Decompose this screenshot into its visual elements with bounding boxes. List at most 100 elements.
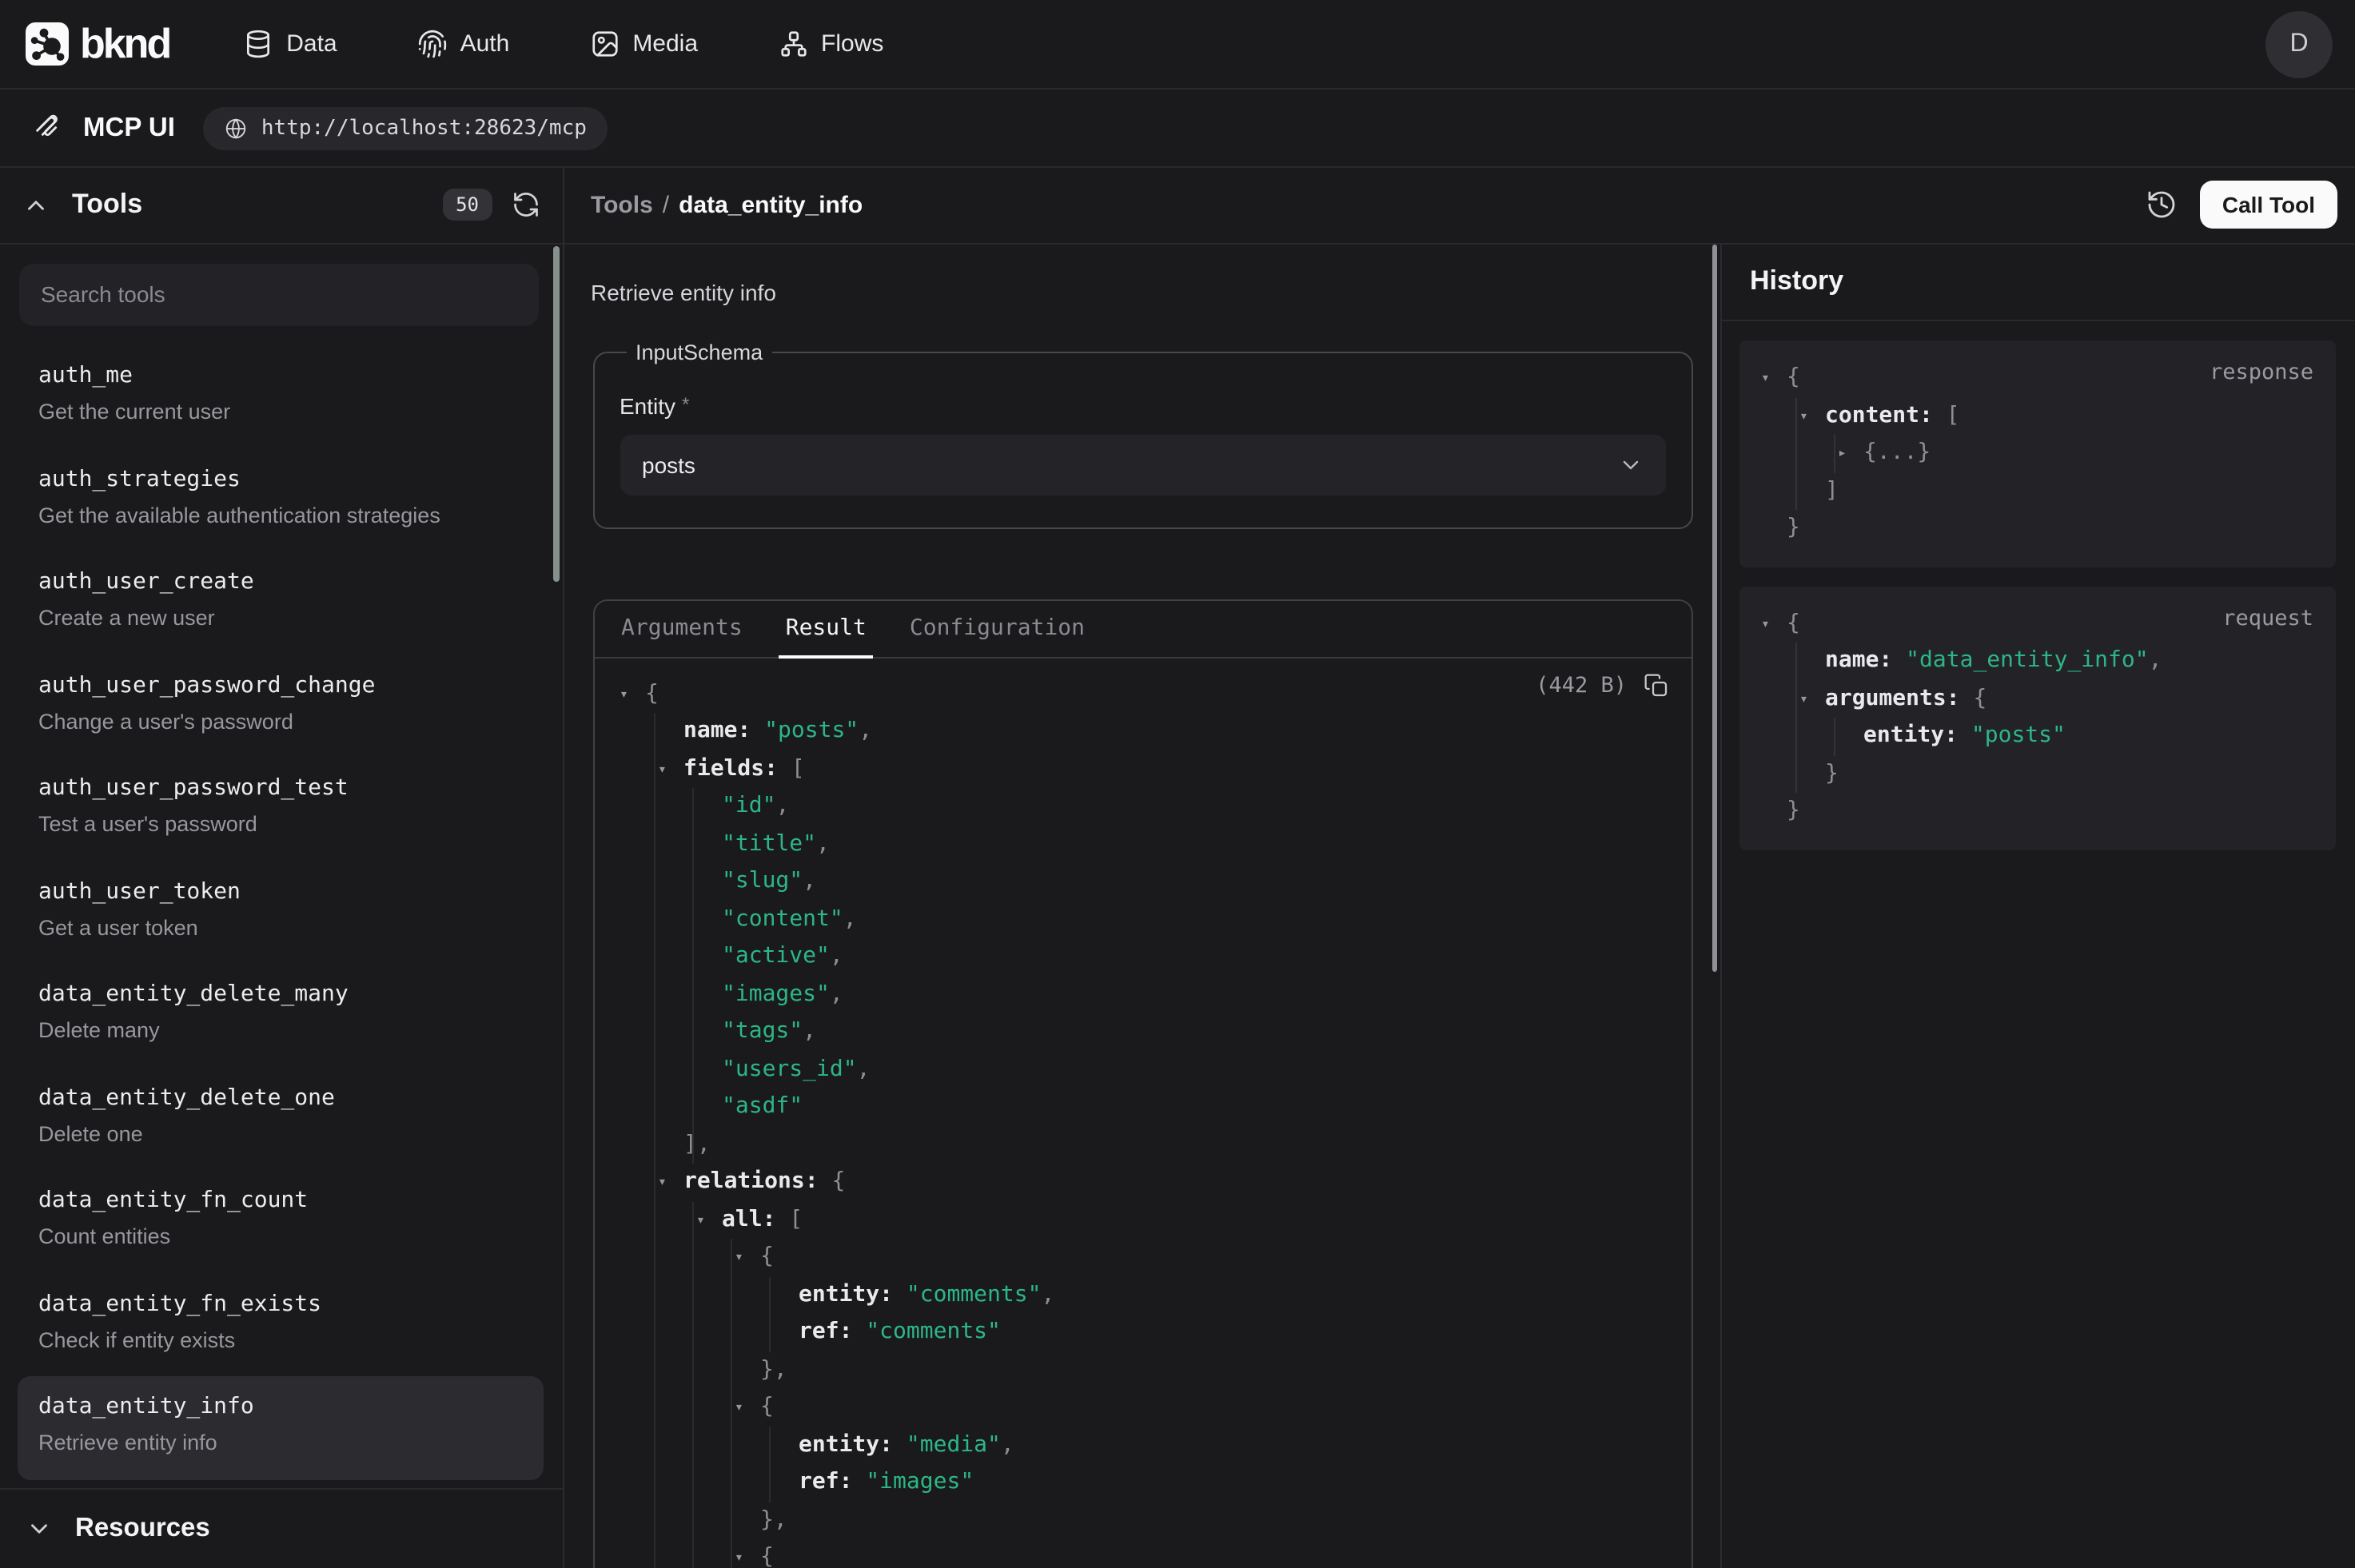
tab-arguments[interactable]: Arguments	[621, 599, 743, 657]
json-line: entity: "posts"	[1761, 718, 2313, 755]
json-string: "active"	[722, 943, 830, 969]
json-line: }	[1761, 510, 2313, 547]
tool-list-item[interactable]: auth_user_password_change Change a user'…	[18, 655, 544, 758]
tool-description: Delete many	[38, 1017, 524, 1044]
indent-guide	[730, 1239, 731, 1568]
json-line: ▾{	[620, 1389, 1668, 1427]
server-url-pill[interactable]: http://localhost:28623/mcp	[204, 106, 608, 149]
user-avatar[interactable]: D	[2265, 11, 2333, 78]
toggle-triangle-icon[interactable]: ▾	[735, 1541, 760, 1568]
breadcrumb-section[interactable]: Tools	[591, 192, 653, 219]
json-punct: {	[760, 1394, 774, 1419]
tool-list-item[interactable]: data_entity_fn_count Count entities	[18, 1170, 544, 1273]
breadcrumb-separator: /	[663, 192, 669, 219]
history-entry-request[interactable]: request ▾{name: "data_entity_info",▾argu…	[1739, 586, 2336, 850]
json-string: "data_entity_info"	[1906, 647, 2148, 673]
tool-list-item[interactable]: data_entity_fn_exists Check if entity ex…	[18, 1273, 544, 1376]
json-punct: {	[760, 1244, 774, 1269]
resources-section-header[interactable]: Resources	[0, 1488, 562, 1568]
nav-item-label: Auth	[460, 30, 510, 58]
json-punct: ,	[843, 905, 857, 931]
tools-section-header[interactable]: Tools 50	[0, 168, 562, 244]
mcp-icon	[32, 112, 64, 144]
toggle-triangle-icon[interactable]: ▾	[658, 752, 683, 790]
toggle-triangle-icon[interactable]: ▾	[1761, 361, 1787, 399]
json-punct: ,	[859, 718, 872, 743]
json-punct: ,	[1041, 1281, 1054, 1307]
json-punct: [	[791, 755, 805, 781]
json-string: "posts"	[764, 718, 859, 743]
tool-description: Delete one	[38, 1120, 524, 1147]
tool-list-item[interactable]: auth_user_token Get a user token	[18, 861, 544, 964]
tab-configuration[interactable]: Configuration	[910, 599, 1085, 657]
json-punct: [	[1947, 402, 1960, 428]
nav-item-media[interactable]: Media	[589, 29, 698, 59]
request-json-tree: ▾{name: "data_entity_info",▾arguments: {…	[1761, 605, 2313, 830]
json-line: "id",	[620, 788, 1668, 826]
nav-item-auth[interactable]: Auth	[417, 29, 510, 59]
tool-list-item[interactable]: data_entity_delete_one Delete one	[18, 1067, 544, 1170]
json-line: }	[1761, 793, 2313, 830]
json-key: arguments:	[1825, 685, 1973, 710]
toggle-triangle-icon[interactable]: ▸	[1838, 436, 1863, 474]
search-input[interactable]	[18, 263, 538, 326]
history-toggle-button[interactable]	[2146, 189, 2178, 221]
nav-item-flows[interactable]: Flows	[778, 29, 883, 59]
json-line: ▾{	[620, 1239, 1668, 1276]
tool-list-item[interactable]: auth_me Get the current user	[18, 345, 544, 448]
json-line: "users_id",	[620, 1051, 1668, 1088]
tool-list-item[interactable]: auth_user_password_test Test a user's pa…	[18, 758, 544, 861]
json-punct: ,	[803, 868, 816, 893]
call-tool-button[interactable]: Call Tool	[2200, 181, 2337, 229]
json-key: relations:	[683, 1168, 831, 1194]
json-line: ref: "images"	[620, 1464, 1668, 1502]
json-punct: ],	[683, 1131, 711, 1156]
toggle-triangle-icon[interactable]: ▾	[1799, 399, 1825, 436]
json-line: },	[620, 1351, 1668, 1389]
json-line: },	[620, 1502, 1668, 1539]
chevron-down-icon	[1617, 452, 1643, 477]
toggle-triangle-icon[interactable]: ▾	[1799, 682, 1825, 719]
app-root: bknd Data	[0, 0, 2355, 1568]
toggle-triangle-icon[interactable]: ▾	[696, 1203, 722, 1240]
toggle-triangle-icon[interactable]: ▾	[735, 1391, 760, 1428]
toggle-triangle-icon[interactable]: ▾	[735, 1240, 760, 1278]
nav-item-label: Flows	[821, 30, 883, 58]
nav-item-label: Media	[632, 30, 698, 58]
toggle-triangle-icon[interactable]: ▾	[658, 1165, 683, 1203]
main-nav: Data Auth	[243, 29, 883, 59]
json-line: ▾{	[620, 1539, 1668, 1568]
tab-result[interactable]: Result	[786, 599, 867, 657]
input-schema-legend: InputSchema	[626, 340, 772, 364]
tool-name: data_entity_fn_exists	[38, 1289, 524, 1319]
json-punct: ]	[1825, 477, 1839, 503]
json-punct: },	[760, 1506, 787, 1532]
json-punct: {	[1973, 685, 1986, 710]
tool-list-item[interactable]: data_entity_delete_many Delete many	[18, 964, 544, 1067]
tool-name: data_entity_delete_many	[38, 980, 524, 1010]
json-line: ],	[620, 1126, 1668, 1164]
tool-list-item[interactable]: auth_strategies Get the available authen…	[18, 448, 544, 551]
tool-list-item[interactable]: data_entity_info Retrieve entity info	[18, 1376, 544, 1479]
entity-select[interactable]: posts	[620, 434, 1665, 495]
toggle-triangle-icon[interactable]: ▾	[620, 677, 645, 714]
json-line: "title",	[620, 826, 1668, 863]
bknd-logo-icon	[26, 22, 69, 66]
json-line: ▾content: [	[1761, 397, 2313, 435]
tool-list-item[interactable]: auth_user_create Create a new user	[18, 551, 544, 655]
json-line: ▾relations: {	[620, 1164, 1668, 1201]
refresh-tools-button[interactable]	[511, 191, 540, 220]
tool-description: Get the current user	[38, 398, 524, 425]
json-line: ▾fields: [	[620, 750, 1668, 788]
toggle-triangle-icon[interactable]: ▾	[1761, 607, 1787, 644]
nav-item-data[interactable]: Data	[243, 29, 337, 59]
brand-logo[interactable]: bknd	[26, 19, 169, 69]
json-punct: ,	[830, 943, 843, 969]
sidebar-scrollbar[interactable]	[553, 246, 559, 582]
history-entry-response[interactable]: response ▾{▾content: [▸{...}]}	[1739, 340, 2336, 567]
tab-bar: Arguments Result Configuration	[594, 600, 1691, 658]
tool-description: Change a user's password	[38, 707, 524, 734]
json-punct: {	[1787, 610, 1800, 635]
json-punct: }	[1787, 515, 1800, 540]
content-scrollbar[interactable]	[1711, 244, 1717, 971]
